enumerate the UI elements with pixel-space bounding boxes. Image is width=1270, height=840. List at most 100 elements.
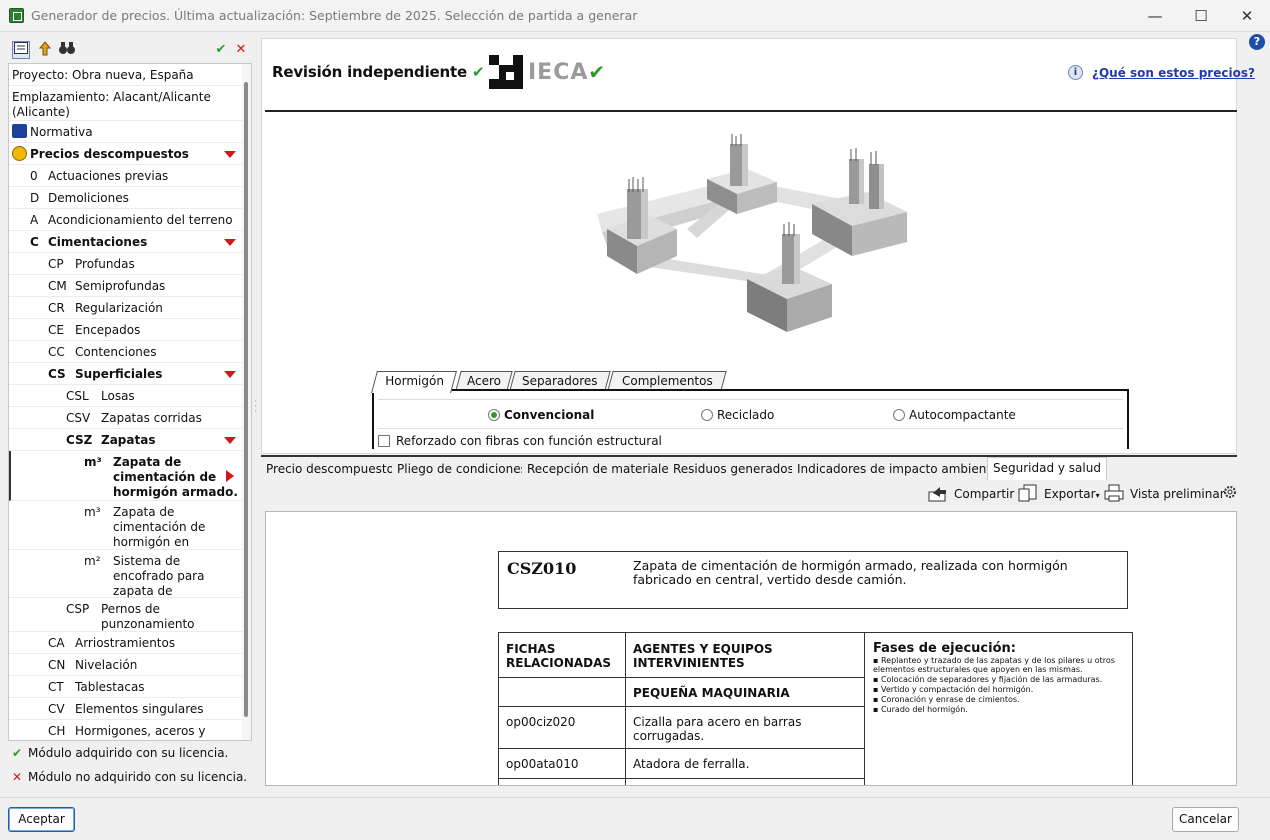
tree-chapter[interactable]: A Acondicionamiento del terreno	[9, 209, 242, 231]
tree-section[interactable]: CSP Pernos de punzonamiento	[9, 598, 242, 632]
options-panel: Revisión independiente ✔ IECA✔ i ¿Qué so…	[261, 38, 1255, 454]
chapter-code: 0	[30, 169, 38, 183]
tree-subchapter[interactable]: CT Tablestacas	[9, 676, 242, 698]
table-row-code: op00ciz020	[506, 715, 576, 729]
tree-chapter[interactable]: D Demoliciones	[9, 187, 242, 209]
tree-subchapter[interactable]: CM Semiprofundas	[9, 275, 242, 297]
collapse-icon[interactable]	[224, 371, 236, 378]
info-icon: i	[1068, 65, 1083, 80]
tree-subchapter[interactable]: CV Elementos singulares	[9, 698, 242, 720]
exportar-label: Exportar	[1044, 487, 1096, 501]
item-label-line2: cimentación de	[113, 470, 217, 484]
chapter-label: Cimentaciones	[48, 235, 148, 249]
tab-separadores[interactable]: Separadores	[509, 371, 611, 391]
close-button[interactable]: ✕	[1224, 0, 1270, 32]
tree-emplazamiento[interactable]: Emplazamiento: Alacant/Alicante (Alicant…	[9, 86, 242, 121]
tree-section[interactable]: CSV Zapatas corridas	[9, 407, 242, 429]
tree-subchapter[interactable]: CE Encepados	[9, 319, 242, 341]
minimize-button[interactable]: —	[1132, 0, 1178, 32]
tree-chapter-cimentaciones[interactable]: C Cimentaciones	[9, 231, 242, 253]
tab-residuos[interactable]: Residuos generados	[668, 459, 800, 481]
cross-icon[interactable]: ✕	[232, 41, 250, 59]
tree-normativa[interactable]: Normativa	[9, 121, 242, 143]
tree-section[interactable]: CSL Losas	[9, 385, 242, 407]
card-icon[interactable]	[12, 41, 30, 59]
fibras-checkbox[interactable]: Reforzado con fibras con función estruct…	[378, 434, 662, 448]
app-icon	[9, 8, 24, 23]
tree-item[interactable]: m² Sistema de encofrado para zapata de	[9, 550, 242, 598]
folder-up-icon[interactable]	[36, 41, 54, 59]
tree-subchapter[interactable]: CR Regularización	[9, 297, 242, 319]
settings-button[interactable]	[1222, 484, 1236, 506]
export-icon	[1018, 484, 1037, 502]
collapse-icon[interactable]	[224, 437, 236, 444]
header-divider	[265, 110, 1237, 112]
item-unit: m³	[84, 455, 102, 469]
ieca-logo-icon	[489, 55, 523, 89]
chapter-code: A	[30, 213, 39, 227]
fase-text: Curado del hormigón.	[880, 705, 968, 714]
cancelar-button[interactable]: Cancelar	[1172, 807, 1239, 832]
help-link[interactable]: ¿Qué son estos precios?	[1092, 66, 1255, 80]
aceptar-button[interactable]: Aceptar	[8, 807, 75, 832]
tree-item-selected[interactable]: m³ Zapata de cimentación de hormigón arm…	[9, 451, 242, 501]
tab-pliego[interactable]: Pliego de condiciones	[392, 459, 533, 481]
expand-icon[interactable]	[226, 470, 234, 482]
tree-section-zapatas[interactable]: CSZ Zapatas	[9, 429, 242, 451]
tab-hormigon[interactable]: Hormigón	[371, 371, 457, 393]
section-code: CSZ	[66, 433, 93, 447]
tree-subchapter[interactable]: CH Hormigones, aceros y	[9, 720, 242, 740]
tree-chapter[interactable]: 0 Actuaciones previas	[9, 165, 242, 187]
left-toolbar: ✔ ✕	[8, 38, 252, 62]
tree-subchapter[interactable]: CP Profundas	[9, 253, 242, 275]
item-unit: m²	[84, 554, 101, 568]
tree-proyecto-label: Proyecto: Obra nueva, España	[12, 68, 194, 82]
tab-precio-descompuesto[interactable]: Precio descompuesto	[261, 459, 400, 481]
tree-subchapter-superficiales[interactable]: CS Superficiales	[9, 363, 242, 385]
item-label-line1: Zapata de	[113, 505, 175, 519]
exportar-button[interactable]: Exportar▾	[1018, 484, 1100, 506]
splitter-handle[interactable]: · · ·	[254, 398, 259, 420]
tree-precios[interactable]: Precios descompuestos	[9, 143, 242, 165]
help-icon[interactable]: ?	[1249, 34, 1265, 50]
tree-subchapter[interactable]: CA Arriostramientos	[9, 632, 242, 654]
item-label-line3: hormigón en	[113, 535, 190, 549]
collapse-icon[interactable]	[224, 239, 236, 246]
item-header-box: CSZ010 Zapata de cimentación de hormigón…	[498, 551, 1128, 609]
table-row-desc: Cizalla para acero en barras corrugadas.	[633, 715, 802, 743]
ieca-brand: IECA✔	[528, 60, 606, 85]
tab-indicadores[interactable]: Indicadores de impacto ambiental	[792, 459, 1008, 481]
item-description: Zapata de cimentación de hormigón armado…	[633, 558, 1068, 587]
subchapter-label: Contenciones	[75, 345, 157, 359]
binoculars-icon[interactable]	[58, 41, 76, 59]
tree-panel[interactable]: Proyecto: Obra nueva, España Emplazamien…	[8, 63, 252, 741]
tab-acero[interactable]: Acero	[455, 371, 513, 391]
check-icon[interactable]: ✔	[212, 41, 230, 59]
document-view[interactable]: CSZ010 Zapata de cimentación de hormigón…	[265, 511, 1237, 786]
subheader-maquinaria: PEQUEÑA MAQUINARIA	[633, 686, 790, 700]
tree-scroll-thumb[interactable]	[244, 82, 248, 717]
fase-item: ▪ Curado del hormigón.	[873, 705, 968, 714]
compartir-button[interactable]: Compartir	[928, 484, 1014, 504]
gear-icon	[1224, 486, 1236, 498]
maximize-button[interactable]: ☐	[1178, 0, 1224, 32]
tree-subchapter[interactable]: CN Nivelación	[9, 654, 242, 676]
footer-divider	[0, 797, 1270, 798]
ieca-label: IECA	[528, 60, 589, 85]
tab-recepcion[interactable]: Recepción de materiales	[522, 459, 682, 481]
tree-scrollbar[interactable]	[242, 64, 251, 740]
tree-subchapter[interactable]: CC Contenciones	[9, 341, 242, 363]
subchapter-code: CC	[48, 345, 65, 359]
tab-seguridad[interactable]: Seguridad y salud	[987, 457, 1107, 482]
collapse-icon[interactable]	[224, 151, 236, 158]
radio-autocompactante[interactable]: Autocompactante	[893, 408, 1016, 422]
check-icon: ✔	[12, 746, 23, 760]
tree-proyecto[interactable]: Proyecto: Obra nueva, España	[9, 64, 242, 86]
radio-reciclado[interactable]: Reciclado	[701, 408, 774, 422]
radio-convencional[interactable]: Convencional	[488, 408, 594, 422]
section-code: CSV	[66, 411, 91, 425]
tree-item[interactable]: m³ Zapata de cimentación de hormigón en	[9, 501, 242, 550]
vista-preliminar-button[interactable]: Vista preliminar	[1104, 484, 1225, 504]
chapter-label: Acondicionamiento del terreno	[48, 213, 233, 227]
tab-complementos[interactable]: Complementos	[607, 371, 727, 391]
